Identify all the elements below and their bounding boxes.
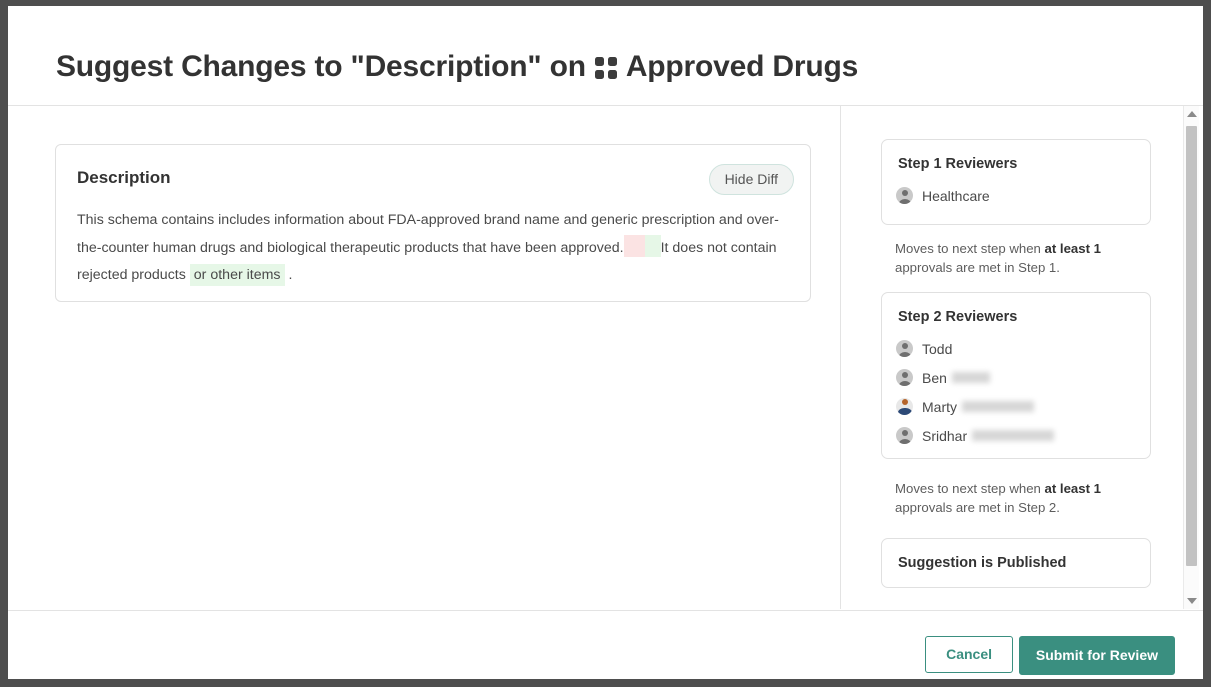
page-title-prefix: Suggest Changes to "Description" on <box>56 50 586 83</box>
step-2-note: Moves to next step when at least 1 appro… <box>895 479 1139 517</box>
default-avatar-icon <box>896 340 913 357</box>
step-2-reviewer-list: Todd Ben Marty Sridhar <box>896 334 1140 450</box>
suggestion-published-card: Suggestion is Published <box>881 538 1151 588</box>
submit-for-review-button[interactable]: Submit for Review <box>1018 636 1175 675</box>
step-1-reviewer-list: Healthcare <box>896 181 1140 210</box>
grid-icon <box>594 57 617 79</box>
diff-inserted-text: or other items <box>189 264 285 286</box>
window-frame: Suggest Changes to "Description" on Appr… <box>0 0 1211 687</box>
step-1-title: Step 1 Reviewers <box>898 156 1018 172</box>
redacted-surname <box>962 401 1034 412</box>
cancel-button[interactable]: Cancel <box>925 636 1013 673</box>
photo-avatar-icon <box>896 398 913 415</box>
reviewer-name: Marty <box>922 398 957 415</box>
step-2-reviewers-card: Step 2 Reviewers Todd Ben Marty Sridhar <box>881 292 1151 459</box>
reviewer-row[interactable]: Sridhar <box>896 421 1140 450</box>
main-content-pane: Description Hide Diff This schema contai… <box>8 106 841 609</box>
scroll-up-arrow-icon[interactable] <box>1184 106 1199 122</box>
description-diff-text: This schema contains includes informatio… <box>77 207 791 290</box>
suggestion-published-label: Suggestion is Published <box>898 555 1067 571</box>
scroll-down-arrow-icon[interactable] <box>1184 593 1199 609</box>
diff-deleted-space <box>623 234 645 257</box>
redacted-surname <box>972 430 1055 441</box>
default-avatar-icon <box>896 369 913 386</box>
reviewer-name: Ben <box>922 369 947 386</box>
redacted-surname <box>951 372 990 383</box>
reviewer-row[interactable]: Marty <box>896 392 1140 421</box>
hide-diff-button[interactable]: Hide Diff <box>708 164 794 195</box>
description-text-segment-3: . <box>288 267 293 283</box>
scrollbar-thumb[interactable] <box>1186 126 1197 566</box>
reviewers-sidebar: Step 1 Reviewers Healthcare Moves to nex… <box>842 106 1199 609</box>
step-2-title: Step 2 Reviewers <box>898 309 1018 325</box>
page-title: Suggest Changes to "Description" on Appr… <box>56 50 858 84</box>
reviewer-name: Sridhar <box>922 427 968 444</box>
default-avatar-icon <box>896 187 913 204</box>
sidebar-scrollbar[interactable] <box>1183 106 1199 609</box>
step-1-note-threshold: at least 1 <box>1044 241 1101 256</box>
step-1-note: Moves to next step when at least 1 appro… <box>895 239 1139 277</box>
reviewer-row[interactable]: Healthcare <box>896 181 1140 210</box>
step-2-note-threshold: at least 1 <box>1044 481 1101 496</box>
description-card: Description Hide Diff This schema contai… <box>55 144 811 302</box>
reviewer-row[interactable]: Todd <box>896 334 1140 363</box>
modal-footer: Cancel Submit for Review <box>8 610 1203 679</box>
description-card-title: Description <box>77 168 171 187</box>
reviewer-name: Healthcare <box>922 187 990 204</box>
default-avatar-icon <box>896 427 913 444</box>
modal-header: Suggest Changes to "Description" on Appr… <box>8 6 1203 106</box>
page-title-dataset-name: Approved Drugs <box>625 50 859 83</box>
reviewer-row[interactable]: Ben <box>896 363 1140 392</box>
step-1-reviewers-card: Step 1 Reviewers Healthcare <box>881 139 1151 225</box>
step-1-note-suffix: approvals are met in Step 1. <box>895 260 1060 275</box>
modal-body: Description Hide Diff This schema contai… <box>8 106 1203 609</box>
diff-inserted-space <box>644 234 661 257</box>
step-2-note-suffix: approvals are met in Step 2. <box>895 500 1060 515</box>
reviewer-name: Todd <box>922 340 953 357</box>
suggest-changes-modal: Suggest Changes to "Description" on Appr… <box>8 6 1203 679</box>
step-1-note-prefix: Moves to next step when <box>895 241 1045 256</box>
step-2-note-prefix: Moves to next step when <box>895 481 1045 496</box>
